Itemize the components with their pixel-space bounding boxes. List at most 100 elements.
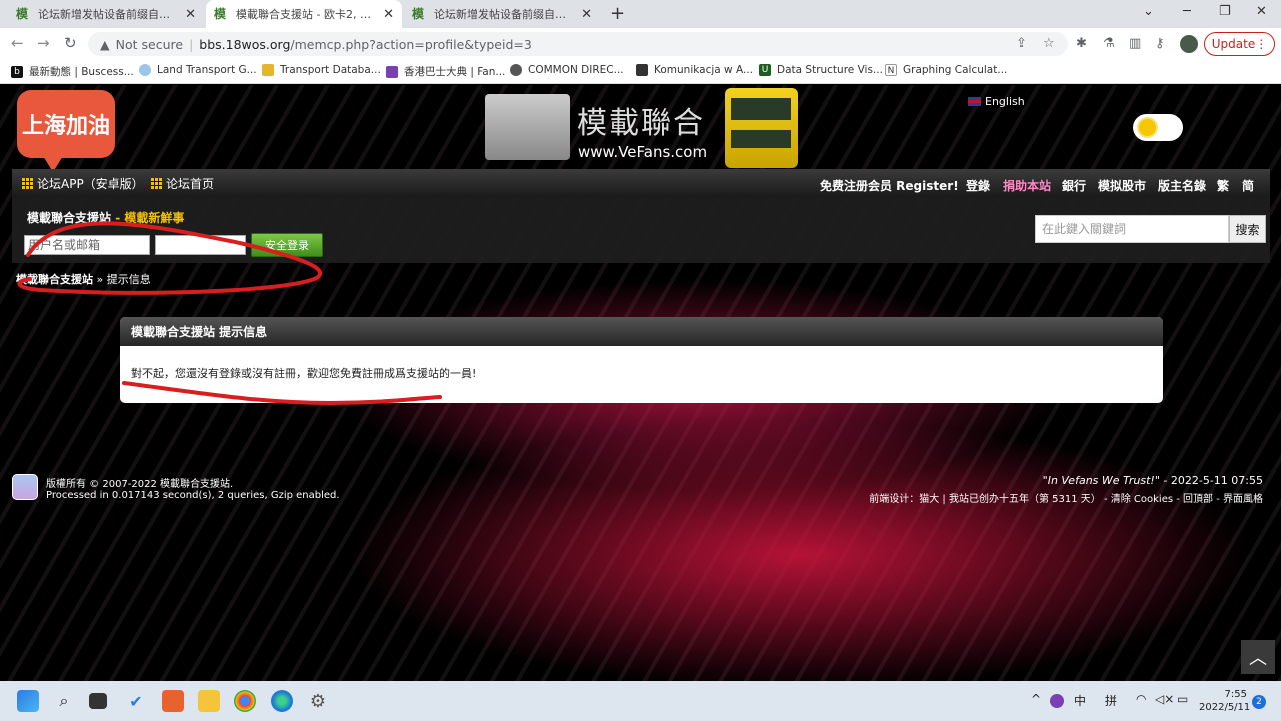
warning-icon: ▲ [100,36,110,52]
address-bar[interactable]: ▲ Not secure | bbs.18wos.org/memcp.php?a… [88,32,1068,56]
key-icon[interactable]: ⚷ [1155,36,1165,51]
close-icon[interactable]: ✕ [383,7,394,22]
username-input[interactable]: 用户名或邮箱 [24,235,150,255]
grid-icon [151,178,162,189]
tab-title: 模載聯合支援站 - 欧卡2, OMSI, [236,8,378,21]
settings-gear-icon[interactable]: ⚙ [307,690,329,712]
message-title: 模載聯合支援站 提示信息 [120,317,1163,346]
login-button[interactable]: 安全登录 [251,233,323,257]
bookmark-star-icon[interactable]: ☆ [1043,36,1055,51]
nav-login[interactable]: 登錄 [966,177,990,194]
tab-1[interactable]: 模 论坛新增发帖设备前缀自定义功能 ✕ [8,0,204,28]
bookmark-label: Data Structure Vis... [777,64,883,76]
forum-nav-bar: 论坛APP（安卓版） 论坛首页 免费注册会员 Register! 登錄 捐助本站… [12,169,1270,197]
edge-icon[interactable] [271,690,293,712]
chrome-icon[interactable] [234,690,256,712]
bookmark-item[interactable]: Land Transport G... [139,64,257,76]
login-bar: 模載聯合支援站 - 模載新鮮事 用户名或邮箱 安全登录 在此鍵入關鍵詞 搜索 [12,197,1270,263]
bookmark-label: COMMON DIREC... [528,64,624,76]
nav-moderators[interactable]: 版主名錄 [1158,177,1206,194]
password-input[interactable] [155,235,246,255]
ime-mode[interactable]: 拼 [1105,692,1117,709]
nav-traditional[interactable]: 繁 [1217,177,1229,194]
security-label: Not secure [115,36,184,52]
new-tab-button[interactable]: + [610,3,625,24]
breadcrumb-current: 提示信息 [106,273,151,286]
bookmark-item[interactable]: COMMON DIREC... [510,64,624,76]
nav-app-link[interactable]: 论坛APP（安卓版） [22,175,144,192]
back-icon[interactable]: ← [11,34,24,52]
site-name-text: 模載聯合支援站 [27,211,112,225]
forward-icon[interactable]: → [37,34,50,52]
bookmark-item[interactable]: 香港巴士大典 | Fan... [386,64,505,79]
clock-date: 2022/5/11 [1199,702,1251,713]
url-path: /memcp.php?action=profile&typeid=3 [290,36,532,52]
bookmark-label: Komunikacja w A... [654,64,753,76]
tab-favicon-icon: 模 [16,7,29,21]
language-switch[interactable]: English [968,95,1025,108]
nav-bank[interactable]: 銀行 [1062,177,1086,194]
divider: | [189,36,194,52]
bookmark-label: 香港巴士大典 | Fan... [404,66,506,78]
system-clock[interactable]: 7:55 2022/5/11 [1199,688,1251,714]
bookmark-item[interactable]: b 最新動態 | Buscess... [11,64,134,79]
site-logo[interactable]: 上海加油 [17,90,115,172]
back-to-top-button[interactable]: ︿ [1241,640,1275,674]
bookmark-item[interactable]: N Graphing Calculat... [885,64,1007,76]
app-orange-icon[interactable] [162,690,184,712]
search-icon[interactable]: ⌕ [53,690,75,712]
close-icon[interactable]: ✕ [185,7,196,22]
window-close-icon[interactable]: ✕ [1256,4,1267,19]
wifi-icon[interactable]: ◠ [1136,692,1146,706]
nav-register[interactable]: 免费注册会员 Register! [820,177,959,194]
motto-text: "In Vefans We Trust!" [1042,474,1160,487]
site-subtitle[interactable]: 模載新鮮事 [124,211,184,225]
sidepanel-icon[interactable]: ▥ [1129,36,1141,51]
share-icon[interactable]: ⇪ [1016,36,1027,51]
url-text: bbs.18wos.org/memcp.php?action=profile&t… [199,37,532,52]
nav-donate[interactable]: 捐助本站 [1003,177,1051,194]
volume-mute-icon[interactable]: ◁× [1155,692,1174,706]
reload-icon[interactable]: ↻ [64,34,77,52]
banner-title: 模載聯合 [577,106,705,141]
browser-tab-strip: 模 论坛新增发帖设备前缀自定义功能 ✕ 模 模載聯合支援站 - 欧卡2, OMS… [0,0,1281,28]
maximize-icon[interactable]: ❐ [1219,4,1231,19]
language-label: English [985,95,1025,108]
todo-check-icon[interactable]: ✔ [125,690,147,712]
banner-url: www.VeFans.com [578,143,708,161]
minimize-icon[interactable]: ─ [1183,4,1191,19]
ime-v-icon[interactable] [1050,694,1064,708]
labs-icon[interactable]: ⚗ [1103,36,1115,51]
close-icon[interactable]: ✕ [581,7,592,22]
site-banner[interactable]: 模載聯合 www.VeFans.com [485,88,800,168]
tab-search-chevron-icon[interactable]: ⌄ [1143,4,1154,19]
tab-3[interactable]: 模 论坛新增发帖设备前缀自定义功能 ✕ [404,0,600,28]
tray-chevron-icon[interactable]: ^ [1031,692,1041,706]
ime-lang[interactable]: 中 [1074,692,1086,709]
search-input[interactable]: 在此鍵入關鍵詞 [1035,215,1229,243]
start-windows-icon[interactable] [17,690,39,712]
footer-motto: "In Vefans We Trust!" - 2022-5-11 07:55 [1043,474,1263,487]
nav-simplified[interactable]: 简 [1242,177,1254,194]
bookmark-usf-icon: U [759,64,771,76]
bookmark-item[interactable]: Komunikacja w A... [636,64,753,76]
bookmark-item[interactable]: U Data Structure Vis... [759,64,883,76]
bus-image [725,88,798,168]
file-explorer-icon[interactable] [198,690,220,712]
theme-toggle[interactable] [1133,114,1183,141]
bookmark-item[interactable]: Transport Databa... [262,64,381,76]
bookmark-eye-icon [510,64,522,76]
browser-toolbar: ← → ↻ ▲ Not secure | bbs.18wos.org/memcp… [0,28,1281,60]
update-button[interactable]: Update ⋮ [1204,32,1275,56]
search-button[interactable]: 搜索 [1229,215,1266,243]
footer-links[interactable]: 前端设计：猫大 | 我站已创办十五年（第 5311 天） - 清除 Cookie… [869,490,1263,505]
extensions-icon[interactable]: ✱ [1076,36,1087,51]
nav-home-link[interactable]: 论坛首页 [151,175,214,192]
breadcrumb-home[interactable]: 模載聯合支援站 [16,273,93,286]
battery-icon[interactable]: ▭ [1177,692,1188,706]
nav-stock[interactable]: 模拟股市 [1098,177,1146,194]
task-view-icon[interactable] [89,693,107,709]
tab-2-active[interactable]: 模 模載聯合支援站 - 欧卡2, OMSI, ✕ [206,0,402,28]
profile-avatar[interactable] [1180,35,1198,53]
notification-badge[interactable]: 2 [1252,695,1266,709]
